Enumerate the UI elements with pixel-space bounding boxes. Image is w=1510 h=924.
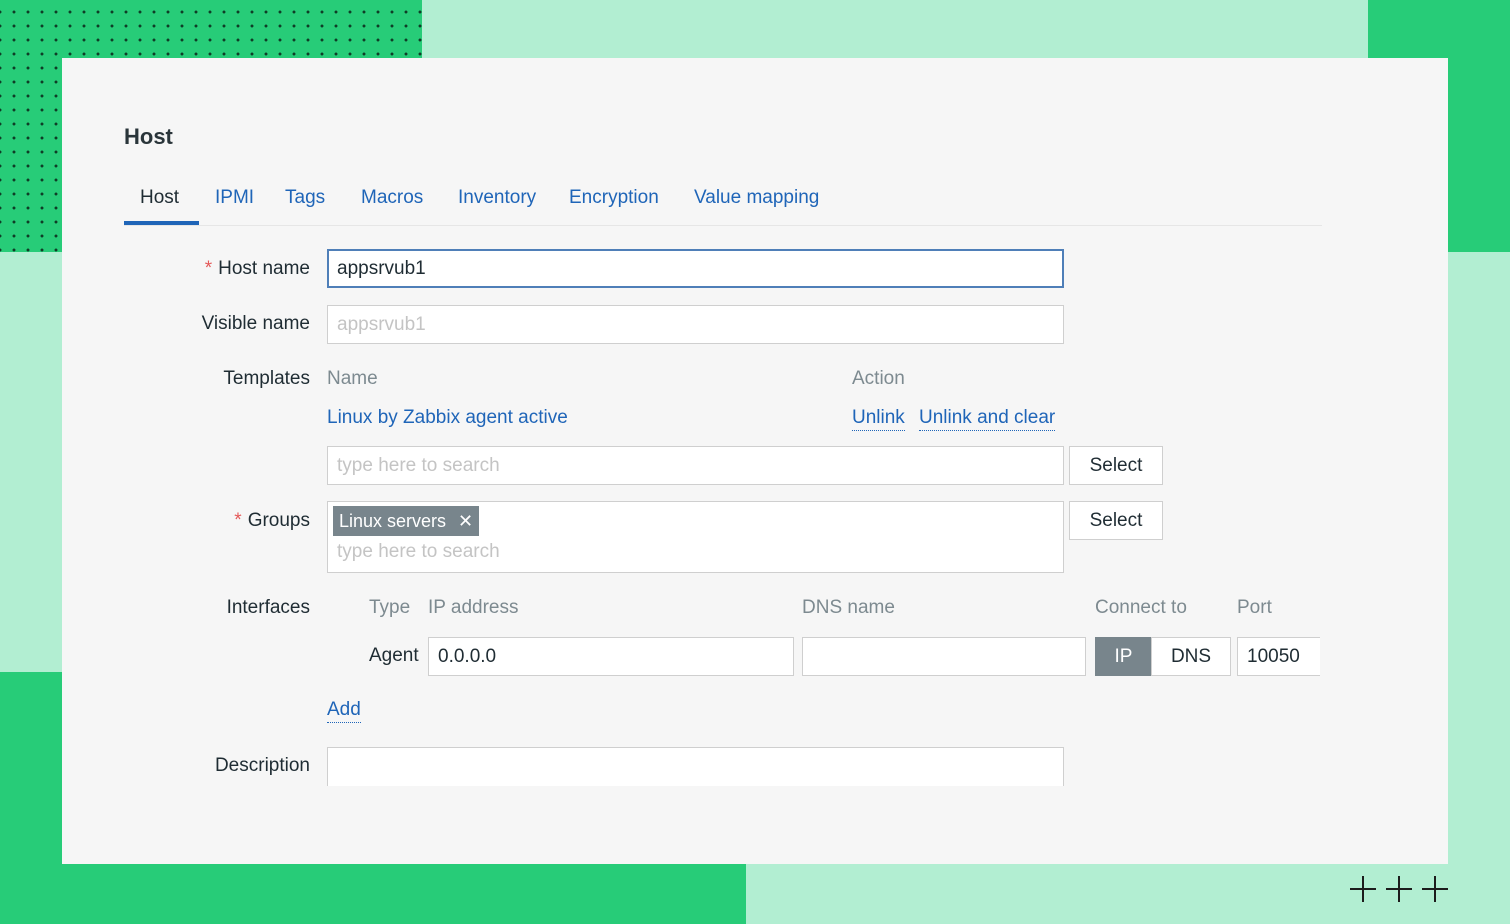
tab-tags[interactable]: Tags xyxy=(285,187,325,209)
groups-label: * Groups xyxy=(234,510,310,531)
group-chip-label: Linux servers xyxy=(339,511,447,531)
interface-ip-input[interactable]: 0.0.0.0 xyxy=(428,637,794,676)
plus-icon xyxy=(1350,876,1376,902)
groups-multiselect[interactable]: Linux servers ✕ type here to search xyxy=(327,501,1064,573)
groups-search-placeholder: type here to search xyxy=(337,541,500,562)
groups-select-button[interactable]: Select xyxy=(1069,501,1163,540)
interfaces-col-dns: DNS name xyxy=(802,597,895,618)
template-link[interactable]: Linux by Zabbix agent active xyxy=(327,407,568,429)
interfaces-col-port: Port xyxy=(1237,597,1272,618)
host-name-label: * Host name xyxy=(204,258,310,279)
plus-decoration xyxy=(1350,876,1448,902)
connect-dns-button[interactable]: DNS xyxy=(1151,637,1231,676)
required-mark: * xyxy=(234,510,242,531)
plus-icon xyxy=(1386,876,1412,902)
tab-host[interactable]: Host xyxy=(140,187,179,209)
active-tab-indicator xyxy=(124,221,199,225)
description-textarea[interactable] xyxy=(327,747,1064,786)
interface-port-input[interactable]: 10050 xyxy=(1237,637,1320,676)
description-label: Description xyxy=(214,755,310,776)
tab-inventory[interactable]: Inventory xyxy=(458,187,536,209)
page-title: Host xyxy=(124,124,173,149)
required-mark: * xyxy=(204,258,213,279)
connect-ip-button[interactable]: IP xyxy=(1095,637,1152,676)
unlink-and-clear-link[interactable]: Unlink and clear xyxy=(919,407,1056,431)
templates-col-action: Action xyxy=(852,368,905,389)
templates-search-placeholder: type here to search xyxy=(337,455,500,476)
connect-to-toggle: IP DNS xyxy=(1095,637,1231,676)
tab-ipmi[interactable]: IPMI xyxy=(215,187,254,209)
tab-encryption[interactable]: Encryption xyxy=(569,187,659,209)
interface-dns-input[interactable] xyxy=(802,637,1086,676)
groups-search-input[interactable]: type here to search xyxy=(337,540,500,564)
interfaces-col-type: Type xyxy=(369,597,411,618)
visible-name-label: Visible name xyxy=(201,313,310,334)
plus-icon xyxy=(1422,876,1448,902)
interfaces-col-ip: IP address xyxy=(428,597,519,618)
visible-name-input[interactable]: appsrvub1 xyxy=(327,305,1064,344)
tab-macros[interactable]: Macros xyxy=(361,187,423,209)
visible-name-placeholder: appsrvub1 xyxy=(337,314,426,335)
host-name-input[interactable]: appsrvub1 xyxy=(327,249,1064,288)
templates-select-button[interactable]: Select xyxy=(1069,446,1163,485)
interfaces-col-connect: Connect to xyxy=(1095,597,1187,618)
templates-label: Templates xyxy=(223,368,310,389)
templates-search-input[interactable]: type here to search xyxy=(327,446,1064,485)
tab-bar: Host IPMI Tags Macros Inventory Encrypti… xyxy=(124,185,1322,226)
interfaces-label: Interfaces xyxy=(226,597,310,618)
close-icon[interactable]: ✕ xyxy=(458,511,473,531)
interface-type: Agent xyxy=(369,645,419,666)
host-form-card: Host Host IPMI Tags Macros Inventory Enc… xyxy=(62,58,1448,864)
tab-value-mapping[interactable]: Value mapping xyxy=(694,187,819,209)
add-interface-link[interactable]: Add xyxy=(327,699,361,723)
group-chip: Linux servers ✕ xyxy=(333,506,480,536)
unlink-link[interactable]: Unlink xyxy=(852,407,905,431)
templates-col-name: Name xyxy=(327,368,378,389)
